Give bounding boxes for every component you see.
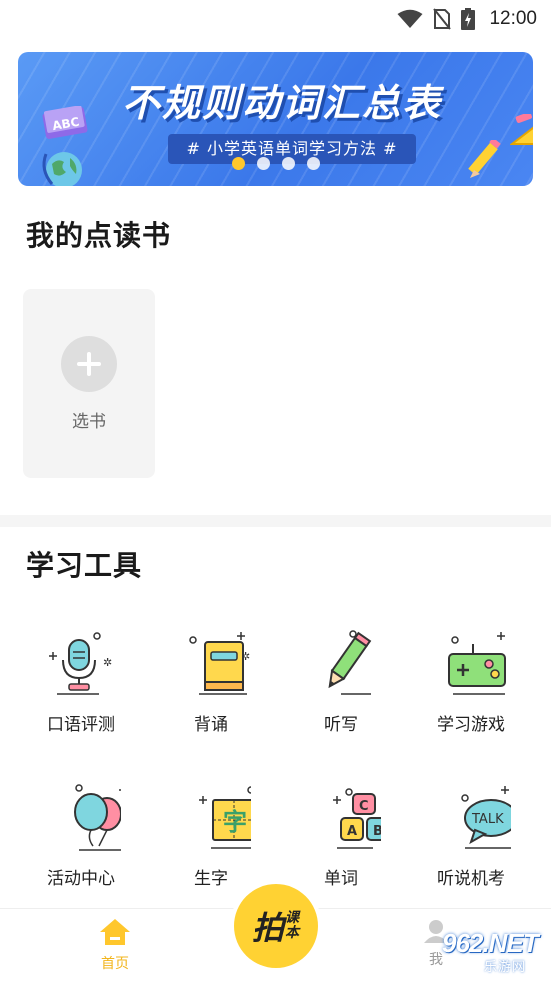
- tool-label: 口语评测: [47, 715, 115, 735]
- tool-label: 学习游戏: [437, 715, 505, 735]
- home-icon: [100, 919, 130, 945]
- banner-title: 不规则动词汇总表: [121, 81, 442, 125]
- svg-text:✲: ✲: [103, 656, 112, 669]
- section-divider: [0, 515, 551, 527]
- pager-dot-1[interactable]: [232, 157, 245, 170]
- status-time: 12:00: [489, 8, 537, 29]
- add-book-card[interactable]: 选书: [23, 289, 155, 478]
- status-bar: 12:00: [0, 0, 551, 38]
- pager-dot-4[interactable]: [307, 157, 320, 170]
- nav-home[interactable]: 首页: [88, 917, 142, 973]
- block-letter-c: C: [359, 799, 369, 814]
- tool-label: 背诵: [194, 715, 228, 735]
- scan-label-sub: 课本: [285, 910, 299, 941]
- pencil-icon: [468, 140, 501, 178]
- tool-dictation[interactable]: ✲ 听写: [276, 630, 406, 760]
- tool-label: 听说机考: [437, 869, 505, 889]
- site-watermark: 962.NET 乐游网: [420, 928, 546, 975]
- add-book-label: 选书: [72, 412, 106, 432]
- ruler-icon: [510, 114, 533, 145]
- wifi-icon: [397, 9, 423, 28]
- block-letter-a: A: [347, 824, 357, 839]
- nav-home-label: 首页: [101, 956, 129, 972]
- tools-title: 学习工具: [26, 549, 143, 582]
- app-screen: 12:00 ABC 不规则动词汇总表 # 小学英语单词学习方法 # 我的点读书 …: [0, 0, 551, 981]
- banner-pager: [232, 157, 320, 170]
- letter-blocks-icon: ✲ C A B: [333, 788, 381, 849]
- tool-recite[interactable]: ✲ 背诵: [146, 630, 276, 760]
- block-letter-b: B: [373, 824, 381, 839]
- watermark-subtext: 乐游网: [484, 960, 527, 975]
- scan-textbook-button[interactable]: 拍 课本: [234, 884, 318, 968]
- gamepad-icon: ✲: [448, 632, 506, 695]
- tool-label: 单词: [324, 869, 358, 889]
- tool-activity-center[interactable]: ✲ 活动中心: [16, 784, 146, 914]
- talk-text: TALK: [471, 812, 504, 827]
- scan-label-main: 拍: [251, 909, 284, 947]
- tool-label: 听写: [324, 715, 358, 735]
- talk-bubble-icon: ✲ TALK: [461, 786, 511, 849]
- add-plus-icon: [61, 336, 117, 392]
- microphone-icon: ✲: [49, 632, 112, 695]
- character-glyph: 字: [223, 808, 247, 836]
- no-sim-icon: [433, 8, 452, 30]
- pager-dot-2[interactable]: [257, 157, 270, 170]
- tool-learning-games[interactable]: ✲ 学习游戏: [406, 630, 536, 760]
- pencil-icon: ✲: [328, 630, 372, 695]
- battery-charging-icon: [461, 8, 476, 30]
- tool-label: 活动中心: [47, 869, 115, 889]
- book-icon: ✲: [189, 632, 250, 695]
- pager-dot-3[interactable]: [282, 157, 295, 170]
- watermark-text: 962.NET: [442, 928, 539, 958]
- my-books-title: 我的点读书: [26, 219, 172, 252]
- tool-label: 生字: [194, 869, 228, 889]
- character-card-icon: ✲ 字: [199, 786, 251, 849]
- balloons-icon: ✲: [74, 784, 121, 851]
- tool-listen-speak-exam[interactable]: ✲ TALK 听说机考: [406, 784, 536, 914]
- globe-icon: [42, 152, 82, 186]
- tool-oral-assessment[interactable]: ✲ 口语评测: [16, 630, 146, 760]
